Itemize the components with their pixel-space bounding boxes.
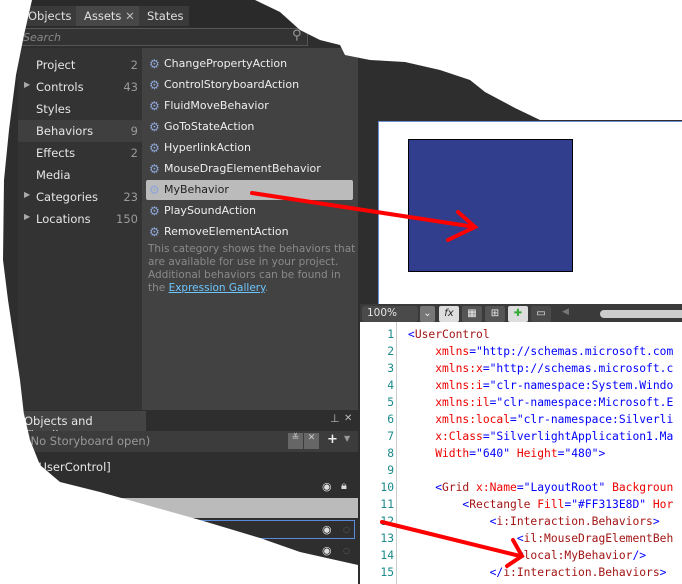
torn-edge-overlay — [0, 0, 682, 584]
arrow-line — [380, 520, 522, 558]
arrow-line — [250, 191, 477, 229]
annotation-arrows — [250, 191, 525, 568]
